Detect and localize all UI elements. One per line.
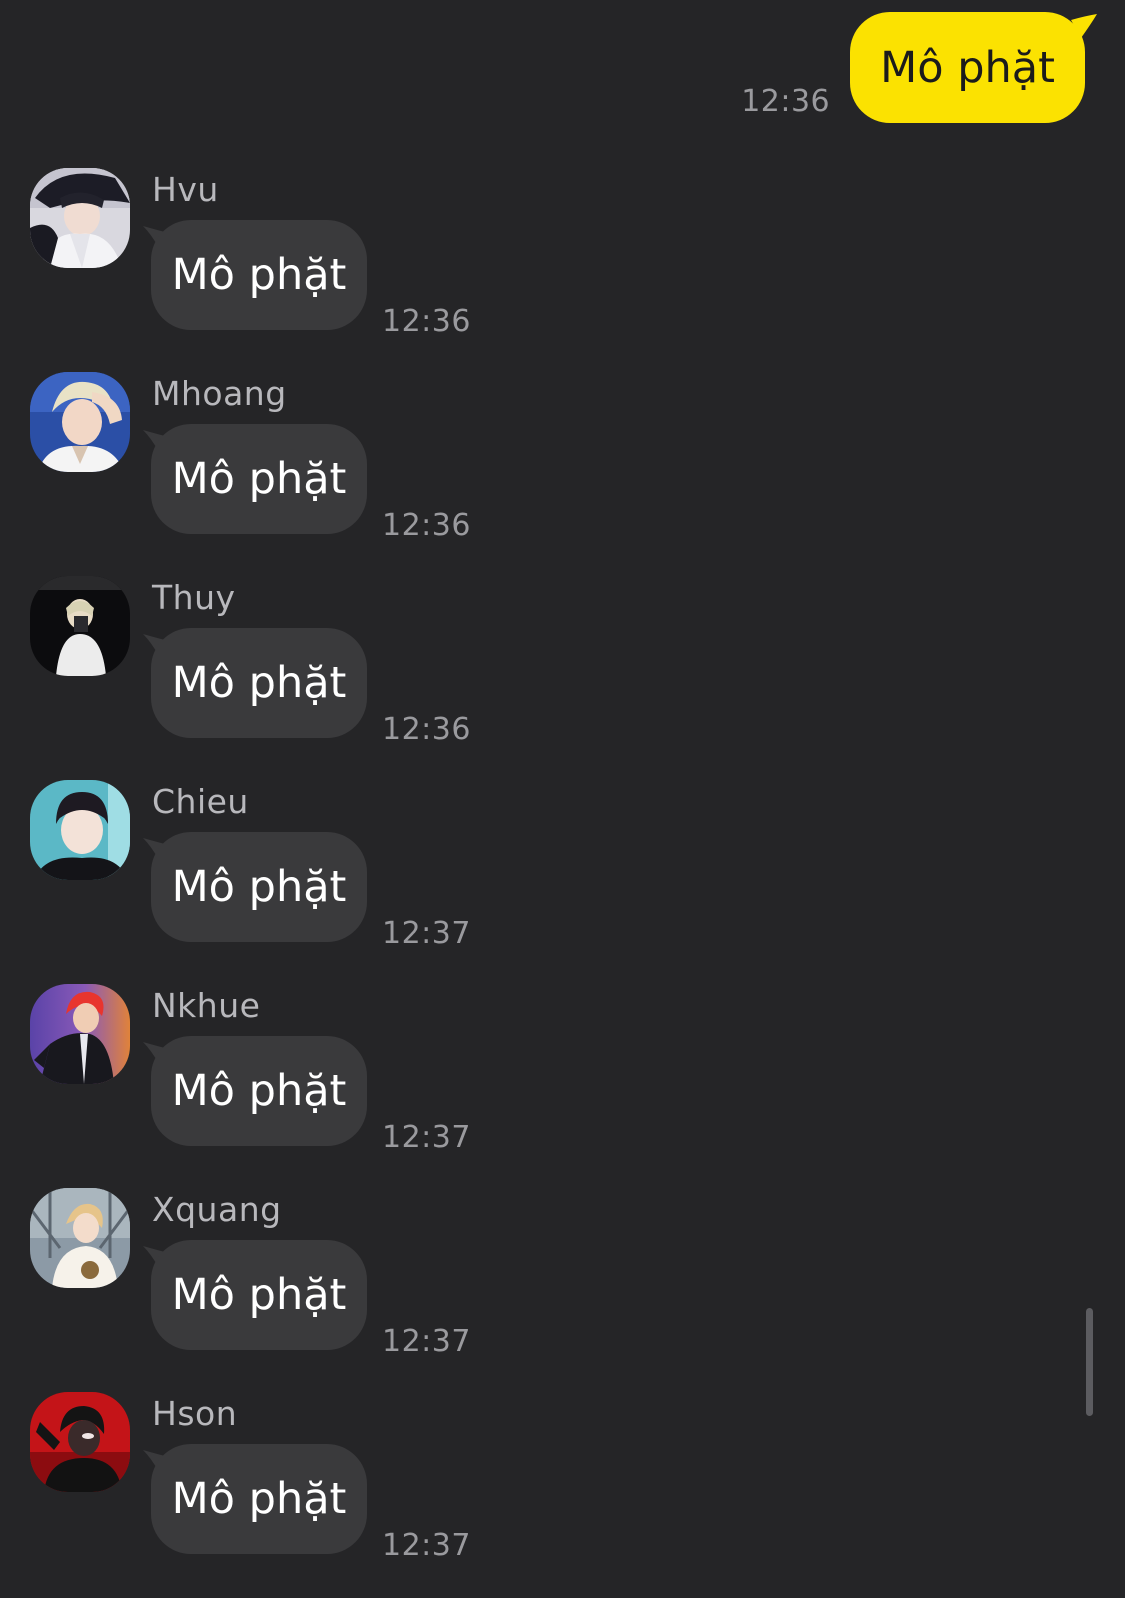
sender-name: Mhoang [152,374,287,413]
incoming-bubble[interactable]: Mô phặt [151,832,367,942]
avatar[interactable] [30,780,130,880]
message-time: 12:36 [382,712,471,747]
message-time: 12:37 [382,1528,471,1563]
avatar[interactable] [30,576,130,676]
sender-name: Chieu [152,782,249,821]
message-time: 12:37 [382,916,471,951]
message-time: 12:36 [741,84,831,119]
incoming-message: Hvu Mô phặt 12:36 [30,168,630,358]
message-text: Mô phặt [880,42,1055,93]
message-time: 12:36 [382,304,471,339]
scrollbar[interactable] [1086,1308,1093,1416]
outgoing-bubble[interactable]: Mô phặt [850,12,1097,123]
incoming-bubble[interactable]: Mô phặt [151,1444,367,1554]
incoming-bubble[interactable]: Mô phặt [151,1240,367,1350]
message-text: Mô phặt [171,1066,347,1116]
incoming-message: Hson Mô phặt 12:37 [30,1392,630,1582]
sender-name: Xquang [152,1190,282,1229]
incoming-bubble[interactable]: Mô phặt [151,628,367,738]
message-time: 12:36 [382,508,471,543]
incoming-message: Xquang Mô phặt 12:37 [30,1188,630,1378]
message-text: Mô phặt [171,250,347,300]
avatar[interactable] [30,372,130,472]
sender-name: Hson [152,1394,238,1433]
sender-name: Thuy [152,578,236,617]
avatar[interactable] [30,168,130,268]
outgoing-message: 12:36 Mô phặt [741,12,1097,123]
message-text: Mô phặt [171,1270,347,1320]
message-text: Mô phặt [171,862,347,912]
sender-name: Nkhue [152,986,261,1025]
avatar[interactable] [30,984,130,1084]
incoming-bubble[interactable]: Mô phặt [151,220,367,330]
incoming-message: Mhoang Mô phặt 12:36 [30,372,630,562]
incoming-bubble[interactable]: Mô phặt [151,1036,367,1146]
message-text: Mô phặt [171,454,347,504]
avatar[interactable] [30,1392,130,1492]
sender-name: Hvu [152,170,219,209]
chat-message-list[interactable]: 12:36 Mô phặt Hvu Mô phặt 12:36 Mhoang M… [0,0,1125,1598]
incoming-bubble[interactable]: Mô phặt [151,424,367,534]
avatar[interactable] [30,1188,130,1288]
incoming-message: Thuy Mô phặt 12:36 [30,576,630,766]
incoming-message: Chieu Mô phặt 12:37 [30,780,630,970]
bubble-tail [1071,14,1097,38]
message-time: 12:37 [382,1120,471,1155]
message-time: 12:37 [382,1324,471,1359]
message-text: Mô phặt [171,1474,347,1524]
message-text: Mô phặt [171,658,347,708]
incoming-message: Nkhue Mô phặt 12:37 [30,984,630,1174]
